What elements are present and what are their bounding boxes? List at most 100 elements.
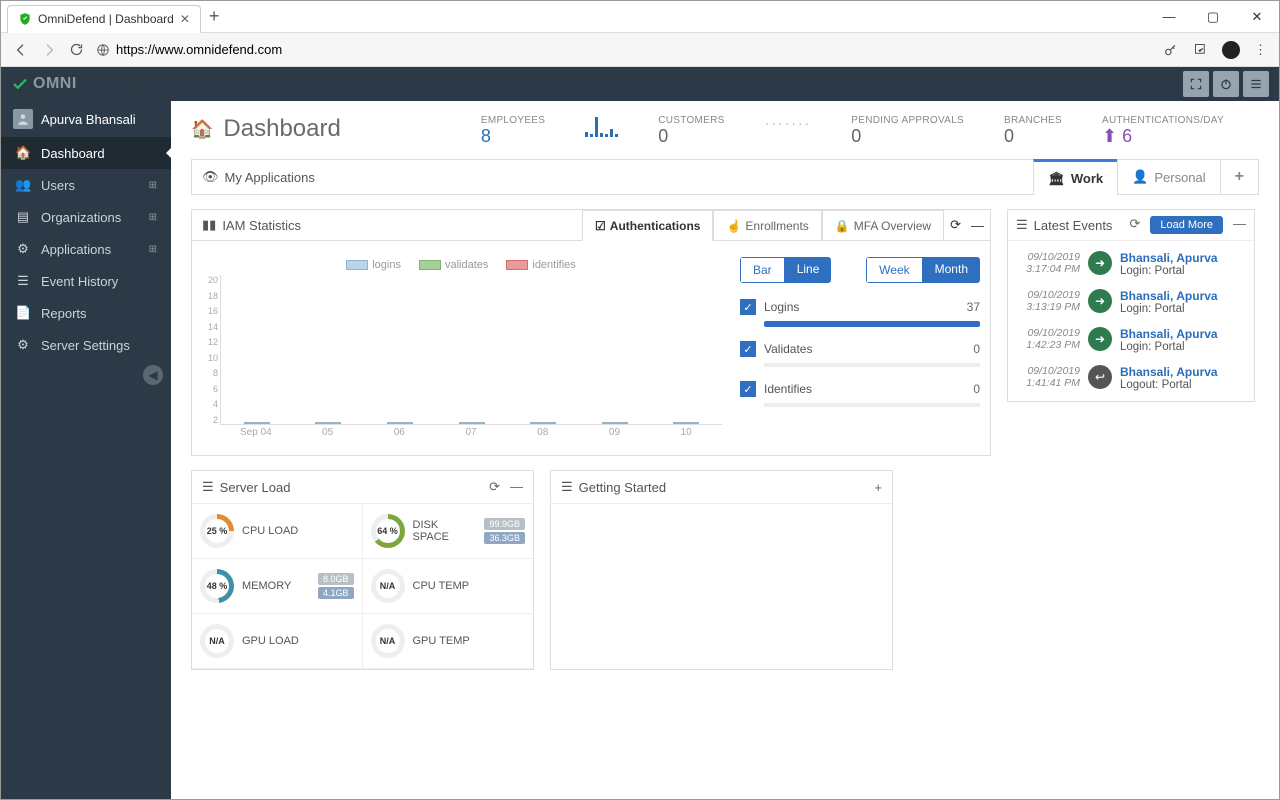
users-icon: 👥: [15, 177, 31, 193]
address-input[interactable]: [116, 42, 1151, 57]
sidebar: Apurva Bhansali 🏠Dashboard 👥Users⊞ ▤Orga…: [1, 101, 171, 799]
fullscreen-button[interactable]: [1183, 71, 1209, 97]
app-logo: OMNIDEFEND: [11, 75, 146, 93]
server-load-panel: ☰Server Load ⟳— 25 %CPU LOAD 64 %DISK SP…: [191, 470, 534, 670]
my-applications-bar: 👁My Applications 🏛Work 👤Personal +: [191, 159, 1259, 195]
iam-statistics-panel: ▮▮IAM Statistics ☑ Authentications ☝ Enr…: [191, 209, 991, 456]
login-icon: ➜: [1088, 327, 1112, 351]
list-icon: ☰: [561, 479, 573, 495]
bank-icon: 🏛: [1048, 171, 1065, 187]
customers-sparkline: ·······: [765, 115, 812, 131]
cpu-load-cell: 25 %CPU LOAD: [192, 504, 363, 559]
close-window-button[interactable]: ✕: [1235, 2, 1279, 32]
shield-icon: [18, 12, 32, 26]
nav-server-settings[interactable]: ⚙Server Settings: [1, 329, 171, 361]
cpu-temp-cell: N/ACPU TEMP: [363, 559, 534, 614]
list-icon: ☰: [202, 479, 214, 495]
event-action: Login: Portal: [1120, 303, 1218, 315]
toggle-week[interactable]: Week: [866, 257, 922, 283]
nav-dashboard[interactable]: 🏠Dashboard: [1, 137, 171, 169]
nav-applications[interactable]: ⚙Applications⊞: [1, 233, 171, 265]
event-action: Logout: Portal: [1120, 379, 1218, 391]
nav-reports[interactable]: 📄Reports: [1, 297, 171, 329]
apps-icon: ⚙: [15, 241, 31, 257]
refresh-icon[interactable]: ⟳: [950, 217, 961, 233]
tab-add[interactable]: +: [1220, 159, 1258, 195]
tab-mfa-overview[interactable]: 🔒 MFA Overview: [822, 210, 944, 241]
tab-enrollments[interactable]: ☝ Enrollments: [713, 210, 821, 241]
toggle-line[interactable]: Line: [785, 257, 832, 283]
eye-icon: 👁: [202, 169, 219, 185]
load-more-button[interactable]: Load More: [1150, 216, 1223, 234]
user-avatar-icon: [13, 109, 33, 129]
user-name: Apurva Bhansali: [41, 112, 136, 127]
minimize-button[interactable]: ―: [1147, 2, 1191, 32]
expand-icon: ⊞: [149, 180, 157, 191]
metric-authentications: AUTHENTICATIONS/DAY ⬆ 6: [1102, 115, 1224, 147]
event-row[interactable]: 09/10/20193:13:19 PM ➜ Bhansali, ApurvaL…: [1012, 283, 1250, 321]
employees-link[interactable]: 8: [481, 126, 491, 146]
kebab-icon[interactable]: ⋮: [1254, 42, 1267, 58]
event-row[interactable]: 09/10/20191:42:23 PM ➜ Bhansali, ApurvaL…: [1012, 321, 1250, 359]
page-title: 🏠 Dashboard: [191, 115, 341, 143]
home-icon: 🏠: [191, 119, 213, 140]
memory-cell: 48 %MEMORY8.0GB4.1GB: [192, 559, 363, 614]
bookmark-icon[interactable]: [1193, 42, 1208, 57]
maximize-button[interactable]: ▢: [1191, 2, 1235, 32]
refresh-icon[interactable]: ⟳: [1130, 216, 1141, 234]
collapse-icon[interactable]: —: [971, 218, 984, 233]
expand-icon[interactable]: +: [874, 480, 882, 495]
reload-button[interactable]: [69, 42, 84, 57]
event-user: Bhansali, Apurva: [1120, 365, 1218, 379]
event-action: Login: Portal: [1120, 265, 1218, 277]
tab-title: OmniDefend | Dashboard: [38, 12, 174, 26]
forward-button[interactable]: [41, 42, 57, 58]
power-button[interactable]: [1213, 71, 1239, 97]
chart-legend: logins validates identifies: [200, 255, 722, 275]
toggle-month[interactable]: Month: [923, 257, 980, 283]
event-action: Login: Portal: [1120, 341, 1218, 353]
event-timestamp: 09/10/20193:17:04 PM: [1016, 251, 1080, 275]
logout-icon: ↩: [1088, 365, 1112, 389]
checkbox-validates[interactable]: ✓: [740, 341, 756, 357]
org-icon: ▤: [15, 209, 31, 225]
key-icon[interactable]: [1163, 42, 1179, 58]
collapse-icon[interactable]: —: [1233, 216, 1246, 234]
tab-work[interactable]: 🏛Work: [1033, 159, 1117, 195]
tab-personal[interactable]: 👤Personal: [1117, 159, 1220, 195]
iam-bar-chart: 2018161412108642 Sep 04050607080910: [220, 275, 722, 445]
disk-space-cell: 64 %DISK SPACE99.9GB36.3GB: [363, 504, 534, 559]
sidebar-user[interactable]: Apurva Bhansali: [1, 101, 171, 137]
globe-icon: [96, 43, 110, 57]
event-user: Bhansali, Apurva: [1120, 289, 1218, 303]
nav-event-history[interactable]: ☰Event History: [1, 265, 171, 297]
toggle-bar[interactable]: Bar: [740, 257, 785, 283]
nav-organizations[interactable]: ▤Organizations⊞: [1, 201, 171, 233]
list-icon: ☰: [15, 273, 31, 289]
gpu-load-cell: N/AGPU LOAD: [192, 614, 363, 669]
latest-events-panel: ☰Latest Events ⟳ Load More — 09/10/20193…: [1007, 209, 1255, 402]
refresh-icon[interactable]: ⟳: [489, 479, 500, 495]
close-icon[interactable]: ✕: [180, 12, 190, 26]
metric-employees: EMPLOYEES 8: [481, 115, 545, 147]
back-button[interactable]: [13, 42, 29, 58]
event-timestamp: 09/10/20191:41:41 PM: [1016, 365, 1080, 389]
event-user: Bhansali, Apurva: [1120, 251, 1218, 265]
sidebar-collapse-button[interactable]: ◀: [143, 365, 163, 385]
event-row[interactable]: 09/10/20191:41:41 PM ↩ Bhansali, ApurvaL…: [1012, 359, 1250, 397]
tab-authentications[interactable]: ☑ Authentications: [582, 210, 713, 241]
collapse-icon[interactable]: —: [510, 479, 523, 495]
checkbox-logins[interactable]: ✓: [740, 299, 756, 315]
list-icon: ☰: [1016, 217, 1028, 233]
login-icon: ➜: [1088, 251, 1112, 275]
expand-icon: ⊞: [149, 212, 157, 223]
browser-tab[interactable]: OmniDefend | Dashboard ✕: [7, 5, 201, 33]
file-icon: 📄: [15, 305, 31, 321]
event-row[interactable]: 09/10/20193:17:04 PM ➜ Bhansali, ApurvaL…: [1012, 245, 1250, 283]
checkbox-identifies[interactable]: ✓: [740, 381, 756, 397]
nav-users[interactable]: 👥Users⊞: [1, 169, 171, 201]
new-tab-button[interactable]: +: [209, 6, 220, 27]
menu-button[interactable]: [1243, 71, 1269, 97]
profile-avatar[interactable]: [1222, 41, 1240, 59]
event-user: Bhansali, Apurva: [1120, 327, 1218, 341]
